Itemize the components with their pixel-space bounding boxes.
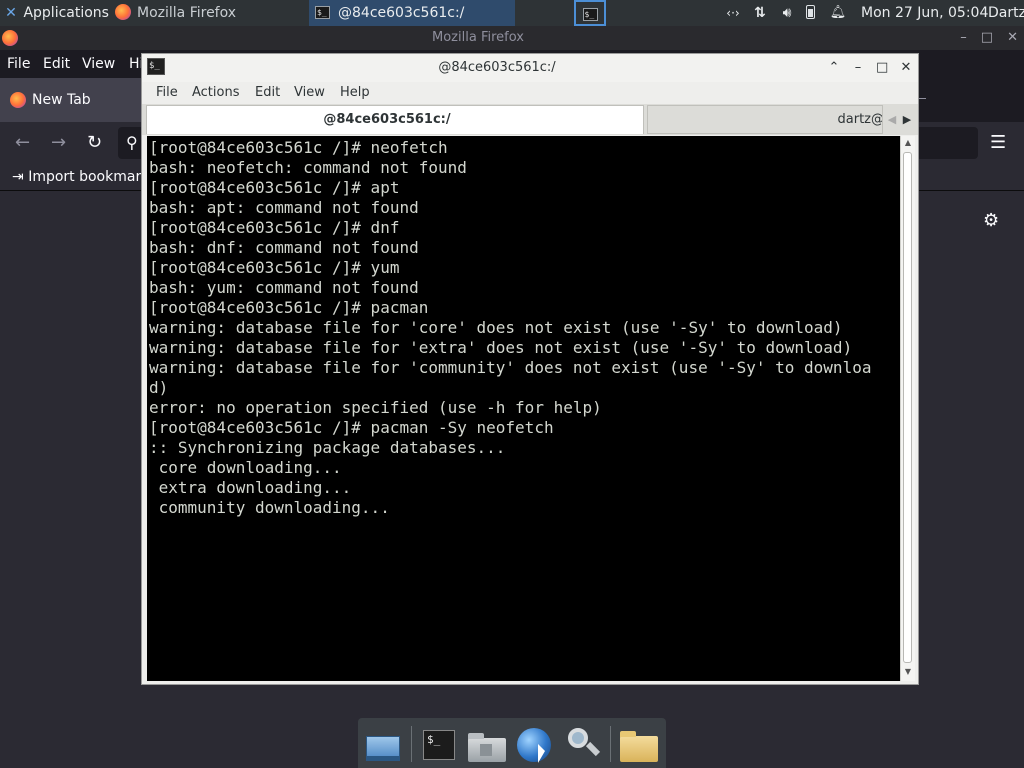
- notification-bell-icon[interactable]: 🔔︎: [829, 0, 847, 26]
- network-icon[interactable]: ‹·›: [722, 0, 744, 26]
- minimize-icon[interactable]: –: [960, 30, 967, 45]
- taskbar-firefox-label: Mozilla Firefox: [137, 5, 237, 21]
- taskbar-terminal-label: @84ce603c561c:/: [338, 5, 465, 21]
- firefox-menu-view[interactable]: View: [82, 50, 115, 78]
- volume-icon[interactable]: 🔊︎: [777, 0, 797, 26]
- applications-label: Applications: [23, 5, 109, 21]
- import-bookmarks-button[interactable]: ⇥ Import bookmar: [12, 164, 141, 190]
- firefox-titlebar: Mozilla Firefox – □ ✕: [0, 26, 1024, 50]
- reload-icon[interactable]: ↻: [87, 122, 102, 164]
- terminal-window-controls: ⌃ – □ ✕: [816, 54, 912, 82]
- terminal-menu-view[interactable]: View: [294, 82, 325, 104]
- tab-scroll-right-icon[interactable]: ▶: [900, 105, 914, 134]
- terminal-menu-actions[interactable]: Actions: [192, 82, 240, 104]
- terminal-icon: $_: [315, 5, 330, 19]
- close-icon[interactable]: ✕: [900, 54, 912, 82]
- import-bookmarks-label: Import bookmar: [28, 169, 142, 185]
- show-desktop-icon[interactable]: [362, 724, 402, 764]
- terminal-tab-dartz[interactable]: dartz@: [647, 105, 883, 134]
- applications-menu[interactable]: ✕ Applications: [0, 0, 111, 26]
- file-manager-icon[interactable]: [466, 724, 506, 764]
- restore-icon[interactable]: □: [981, 30, 993, 45]
- terminal-tab-label: dartz@: [837, 112, 883, 127]
- xfce-icon: ✕: [5, 5, 17, 21]
- terminal-menu-edit[interactable]: Edit: [255, 82, 280, 104]
- terminal-menu-file[interactable]: File: [156, 82, 178, 104]
- import-icon: ⇥: [12, 169, 24, 185]
- transfer-icon[interactable]: ⇅: [751, 0, 769, 26]
- terminal-menu-help[interactable]: Help: [340, 82, 370, 104]
- search-icon: ⚲: [126, 133, 138, 152]
- scroll-down-icon[interactable]: ▼: [901, 665, 915, 679]
- settings-gear-icon[interactable]: ⚙: [983, 210, 999, 231]
- terminal-window: $_ @84ce603c561c:/ ⌃ – □ ✕ File Actions Edi…: [141, 53, 919, 685]
- top-panel: ✕ Applications Mozilla Firefox $_ @84ce60…: [0, 0, 1024, 26]
- firefox-tab-new-tab[interactable]: New Tab: [0, 78, 143, 122]
- app-finder-icon[interactable]: [562, 724, 602, 764]
- firefox-icon: [10, 92, 26, 108]
- firefox-menu-file[interactable]: File: [7, 50, 30, 78]
- folder-icon[interactable]: [618, 724, 658, 764]
- firefox-window-title: Mozilla Firefox: [432, 30, 524, 45]
- back-icon[interactable]: ←: [15, 122, 30, 164]
- taskbar-firefox[interactable]: Mozilla Firefox: [111, 0, 315, 26]
- minimize-icon[interactable]: –: [852, 54, 864, 82]
- scrollbar-thumb[interactable]: [903, 152, 912, 663]
- shade-icon[interactable]: ⌃: [828, 54, 840, 82]
- scroll-up-icon[interactable]: ▲: [901, 136, 915, 150]
- firefox-window-controls: – □ ✕: [946, 26, 1018, 50]
- terminal-icon[interactable]: $_: [418, 724, 458, 764]
- dock-separator: [610, 726, 611, 762]
- close-icon[interactable]: ✕: [1007, 30, 1018, 45]
- firefox-icon: [115, 4, 131, 20]
- forward-icon[interactable]: →: [51, 122, 66, 164]
- user-menu[interactable]: Dartz: [988, 0, 1024, 26]
- terminal-tab-label: @84ce603c561c:/: [323, 112, 451, 127]
- terminal-icon: $_: [582, 7, 598, 21]
- web-browser-icon[interactable]: [514, 724, 554, 764]
- tab-scroll-left-icon[interactable]: ◀: [885, 105, 899, 134]
- terminal-tabbar: @84ce603c561c:/ dartz@ ◀ ▶: [142, 104, 918, 135]
- terminal-output: [root@84ce603c561c /]# neofetch bash: ne…: [149, 138, 872, 517]
- terminal-menubar: File Actions Edit View Help: [142, 82, 918, 104]
- hamburger-menu-icon[interactable]: ☰: [990, 122, 1006, 164]
- dock: $_: [358, 718, 666, 768]
- dock-separator: [411, 726, 412, 762]
- clock[interactable]: Mon 27 Jun, 05:04: [861, 0, 988, 26]
- tab-overflow-icon[interactable]: [918, 98, 926, 99]
- firefox-menu-edit[interactable]: Edit: [43, 50, 70, 78]
- terminal-titlebar: $_ @84ce603c561c:/ ⌃ – □ ✕: [142, 54, 918, 82]
- battery-icon[interactable]: [806, 5, 815, 19]
- maximize-icon[interactable]: □: [876, 54, 888, 82]
- terminal-output-area[interactable]: [root@84ce603c561c /]# neofetch bash: ne…: [147, 136, 900, 681]
- terminal-tab-active[interactable]: @84ce603c561c:/: [146, 105, 644, 134]
- terminal-window-title: @84ce603c561c:/: [438, 60, 556, 75]
- taskbar-terminal[interactable]: $_ @84ce603c561c:/: [309, 0, 515, 26]
- terminal-scrollbar[interactable]: ▲ ▼: [900, 136, 915, 681]
- mouse-cursor-icon: [538, 744, 545, 763]
- firefox-tab-label: New Tab: [32, 92, 91, 108]
- workspace-switcher[interactable]: $_: [574, 0, 606, 26]
